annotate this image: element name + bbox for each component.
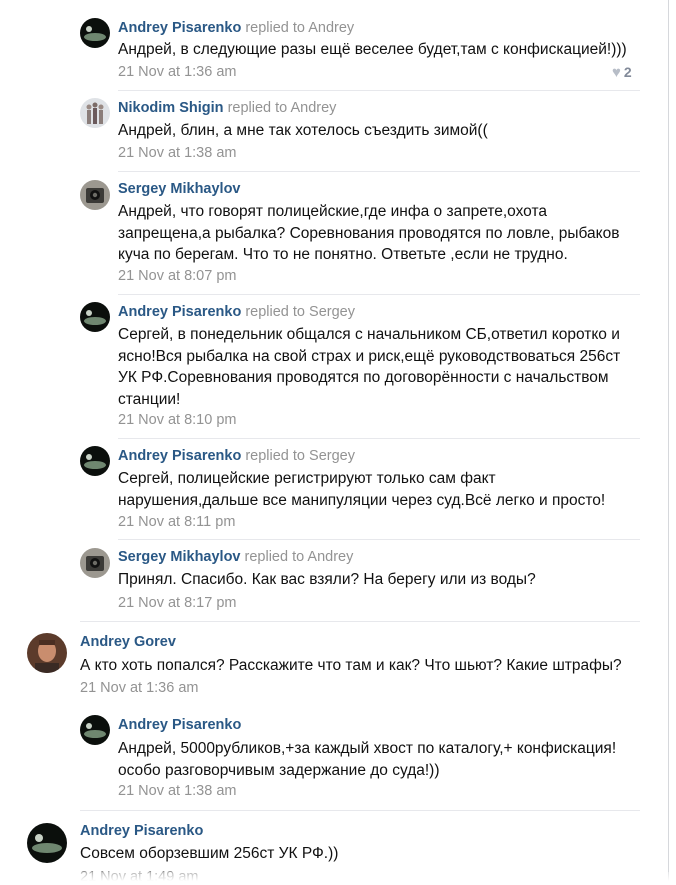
- divider: [118, 539, 640, 540]
- comment-text: Андрей, 5000рубликов,+за каждый хвост по…: [118, 740, 617, 779]
- comment-text: Андрей, в следующие разы ещё веселее буд…: [118, 41, 627, 58]
- replied-to-label: replied to: [227, 100, 288, 116]
- comment-time[interactable]: 21 Nov at 8:11 pm: [118, 514, 235, 530]
- comment-text: Сергей, в понедельник общался с начальни…: [118, 326, 621, 408]
- comment-text: Совсем оборзевшим 256ст УК РФ.)): [80, 845, 339, 862]
- page-border: [668, 0, 669, 881]
- comment-time[interactable]: 21 Nov at 1:38 am: [118, 783, 237, 799]
- avatar[interactable]: [80, 715, 110, 745]
- like-button[interactable]: ♥ 2: [612, 64, 632, 81]
- divider: [80, 810, 640, 811]
- replied-to-name[interactable]: Andrey: [308, 20, 354, 36]
- replied-to-name[interactable]: Sergey: [309, 448, 355, 464]
- comment-text: Сергей, полицейские регистрируют только …: [118, 470, 606, 509]
- author-name[interactable]: Nikodim Shigin: [118, 100, 224, 116]
- avatar[interactable]: [80, 98, 110, 128]
- replied-to-label: replied to: [244, 549, 305, 565]
- replied-to-label: replied to: [245, 448, 305, 464]
- author-name[interactable]: Andrey Pisarenko: [80, 823, 203, 839]
- comment-time[interactable]: 21 Nov at 8:10 pm: [118, 412, 237, 428]
- bottom-edge: [0, 872, 676, 881]
- author-name[interactable]: Andrey Pisarenko: [118, 717, 241, 733]
- avatar[interactable]: [80, 302, 110, 332]
- author-name[interactable]: Sergey Mikhaylov: [118, 549, 241, 565]
- comment-time[interactable]: 21 Nov at 1:36 am: [80, 680, 199, 696]
- avatar[interactable]: [27, 823, 67, 863]
- divider: [118, 171, 640, 172]
- avatar[interactable]: [80, 180, 110, 210]
- replied-to-name[interactable]: Andrey: [307, 549, 353, 565]
- comment-text: А кто хоть попался? Расскажите что там и…: [80, 657, 622, 674]
- author-name[interactable]: Andrey Gorev: [80, 634, 176, 650]
- author-name[interactable]: Sergey Mikhaylov: [118, 181, 241, 197]
- comment-time[interactable]: 21 Nov at 1:38 am: [118, 145, 237, 161]
- comment-time[interactable]: 21 Nov at 1:36 am: [118, 64, 237, 80]
- avatar[interactable]: [80, 18, 110, 48]
- avatar[interactable]: [27, 633, 67, 673]
- comment-text: Андрей, блин, а мне так хотелось съездит…: [118, 122, 488, 139]
- like-count: 2: [623, 64, 632, 80]
- author-name[interactable]: Andrey Pisarenko: [118, 20, 241, 36]
- comment-time[interactable]: 21 Nov at 8:17 pm: [118, 595, 237, 611]
- author-name[interactable]: Andrey Pisarenko: [118, 448, 241, 464]
- comment-text: Андрей, что говорят полицейские,где инфа…: [118, 203, 620, 263]
- avatar[interactable]: [80, 446, 110, 476]
- comment-text: Принял. Спасибо. Как вас взяли? На берег…: [118, 571, 536, 588]
- divider: [118, 294, 640, 295]
- replied-to-name[interactable]: Andrey: [290, 100, 336, 116]
- divider: [80, 621, 640, 622]
- replied-to-label: replied to: [245, 304, 305, 320]
- comment-time[interactable]: 21 Nov at 8:07 pm: [118, 268, 237, 284]
- divider: [118, 438, 640, 439]
- replied-to-label: replied to: [245, 20, 305, 36]
- avatar[interactable]: [80, 548, 110, 578]
- author-name[interactable]: Andrey Pisarenko: [118, 304, 241, 320]
- heart-icon: ♥: [612, 64, 621, 81]
- divider: [118, 90, 640, 91]
- replied-to-name[interactable]: Sergey: [309, 304, 355, 320]
